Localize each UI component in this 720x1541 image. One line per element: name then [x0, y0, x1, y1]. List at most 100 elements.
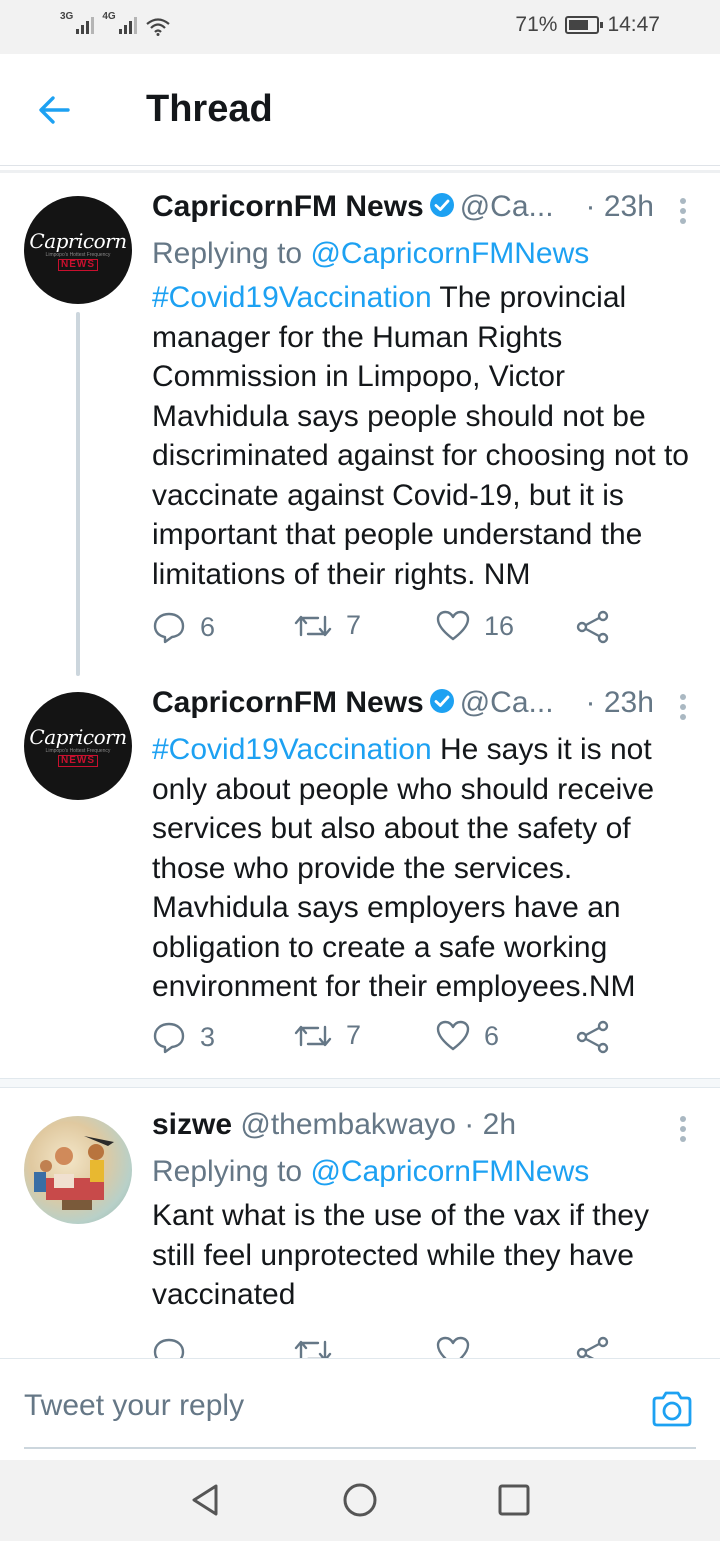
like-action[interactable]	[436, 1336, 470, 1358]
heart-icon	[436, 1336, 470, 1358]
network-indicators: 3G 4G	[60, 11, 171, 36]
like-action[interactable]: 6	[436, 1020, 499, 1052]
signal-bars-icon	[118, 14, 137, 34]
reply-action[interactable]: 3	[152, 1020, 215, 1054]
hashtag-link[interactable]: #Covid19Vaccination	[152, 733, 432, 766]
signal-4g: 4G	[102, 11, 137, 34]
avatar-logo-tagline: Limpopo's Hottest Frequency	[45, 251, 111, 258]
app-header: Thread	[0, 54, 720, 166]
reply-action[interactable]: 6	[152, 610, 215, 644]
replying-to-link[interactable]: @CapricornFMNews	[310, 237, 589, 270]
nav-home-icon[interactable]	[340, 1480, 380, 1520]
tweet-text-body: He says it is not only about people who …	[152, 733, 655, 1003]
tweet-body: CapricornFM News @Ca... · 23h Replying to …	[152, 190, 692, 594]
thread-connector	[76, 312, 80, 676]
author-handle[interactable]: @Ca...	[460, 686, 554, 719]
status-right: 71% 14:47	[515, 13, 660, 37]
share-icon	[576, 610, 609, 644]
tweet-meta: CapricornFM News @Ca... · 23h	[152, 190, 692, 234]
reply-input[interactable]: Tweet your reply	[24, 1389, 244, 1423]
share-icon	[576, 1336, 609, 1358]
replying-prefix: Replying to	[152, 237, 311, 270]
tweet-actions: 3 7 6	[152, 1020, 692, 1060]
hashtag-link[interactable]: #Covid19Vaccination	[152, 281, 432, 314]
like-count: 16	[484, 610, 515, 641]
signal-bars-icon	[76, 14, 95, 34]
heart-icon	[436, 1020, 470, 1051]
avatar-logo-news: NEWS	[58, 258, 98, 271]
tweet-body: sizwe @thembakwayo · 2h Replying to @Cap…	[152, 1108, 692, 1315]
retweet-action[interactable]: 7	[294, 610, 361, 641]
verified-badge-icon	[429, 193, 454, 217]
avatar-logo-news: NEWS	[58, 754, 98, 767]
more-options-icon[interactable]	[680, 694, 686, 720]
reply-icon	[153, 1338, 185, 1358]
separator-dot: ·	[585, 190, 596, 223]
battery-icon	[565, 16, 604, 34]
author-name[interactable]: CapricornFM News	[152, 686, 424, 719]
reply-input-underline	[24, 1447, 696, 1449]
signal-3g: 3G	[60, 11, 95, 34]
tweet-time: 23h	[603, 686, 654, 719]
camera-icon[interactable]	[650, 1387, 694, 1431]
author-handle[interactable]: @Ca...	[460, 190, 554, 223]
like-count: 6	[484, 1020, 500, 1051]
tweet-text-body: The provincial manager for the Human Rig…	[152, 281, 689, 591]
battery-percent: 71%	[515, 13, 558, 36]
more-options-icon[interactable]	[680, 198, 686, 224]
tweet[interactable]: sizwe @thembakwayo · 2h Replying to @Cap…	[0, 1108, 720, 1358]
reply-count: 6	[200, 611, 216, 642]
tweet-actions	[152, 1336, 692, 1358]
more-options-icon[interactable]	[680, 1116, 686, 1142]
tweet-time: 23h	[603, 190, 654, 223]
reply-icon	[153, 612, 185, 644]
verified-badge-icon	[429, 689, 454, 713]
tweet-meta: CapricornFM News @Ca... · 23h	[152, 686, 692, 730]
avatar-logo-tagline: Limpopo's Hottest Frequency	[45, 747, 111, 754]
reply-action[interactable]	[152, 1336, 186, 1358]
tweet-actions: 6 7 16	[152, 610, 692, 650]
network-label-3g: 3G	[60, 11, 74, 22]
wifi-icon	[145, 18, 170, 36]
avatar[interactable]: Capricorn Limpopo's Hottest Frequency NE…	[24, 196, 132, 304]
tweet-meta: sizwe @thembakwayo · 2h	[152, 1108, 692, 1152]
share-action[interactable]	[576, 1020, 610, 1054]
clock: 14:47	[607, 13, 660, 36]
retweet-icon	[294, 1340, 332, 1358]
network-label-4g: 4G	[102, 11, 116, 22]
system-navigation-bar	[0, 1460, 720, 1541]
tweet-text: Kant what is the use of the vax if they …	[152, 1196, 692, 1315]
page-title: Thread	[146, 88, 273, 130]
share-action[interactable]	[576, 610, 610, 644]
status-bar: 3G 4G 71% 14:47	[0, 0, 720, 54]
like-action[interactable]: 16	[436, 610, 514, 642]
avatar[interactable]	[24, 1116, 132, 1224]
avatar[interactable]: Capricorn Limpopo's Hottest Frequency NE…	[24, 692, 132, 800]
avatar-logo-wordmark: Capricorn	[29, 724, 127, 749]
heart-icon	[436, 610, 470, 641]
retweet-action[interactable]: 7	[294, 1020, 361, 1051]
reply-composer: Tweet your reply	[0, 1358, 720, 1458]
author-handle[interactable]: @thembakwayo	[240, 1108, 456, 1141]
avatar-logo-wordmark: Capricorn	[29, 228, 127, 253]
back-arrow-icon[interactable]	[34, 90, 74, 130]
avatar-illustration	[34, 1136, 114, 1210]
replying-prefix: Replying to	[152, 1155, 311, 1188]
retweet-action[interactable]	[294, 1336, 332, 1358]
share-icon	[576, 1020, 609, 1054]
tweet-text: #Covid19Vaccination The provincial manag…	[152, 278, 692, 594]
header-divider	[0, 170, 720, 173]
replying-to-link[interactable]: @CapricornFMNews	[310, 1155, 589, 1188]
share-action[interactable]	[576, 1336, 610, 1358]
tweet-text-body: Kant what is the use of the vax if they …	[152, 1199, 649, 1311]
author-name[interactable]: CapricornFM News	[152, 190, 424, 223]
reply-icon	[153, 1022, 185, 1054]
replying-to: Replying to @CapricornFMNews	[152, 1152, 692, 1196]
thread-section-divider	[0, 1078, 720, 1088]
nav-recents-icon[interactable]	[494, 1480, 534, 1520]
retweet-icon	[294, 615, 332, 636]
author-name[interactable]: sizwe	[152, 1108, 232, 1141]
tweet-time: 2h	[482, 1108, 517, 1141]
nav-back-icon[interactable]	[186, 1480, 226, 1520]
replying-to: Replying to @CapricornFMNews	[152, 234, 692, 278]
